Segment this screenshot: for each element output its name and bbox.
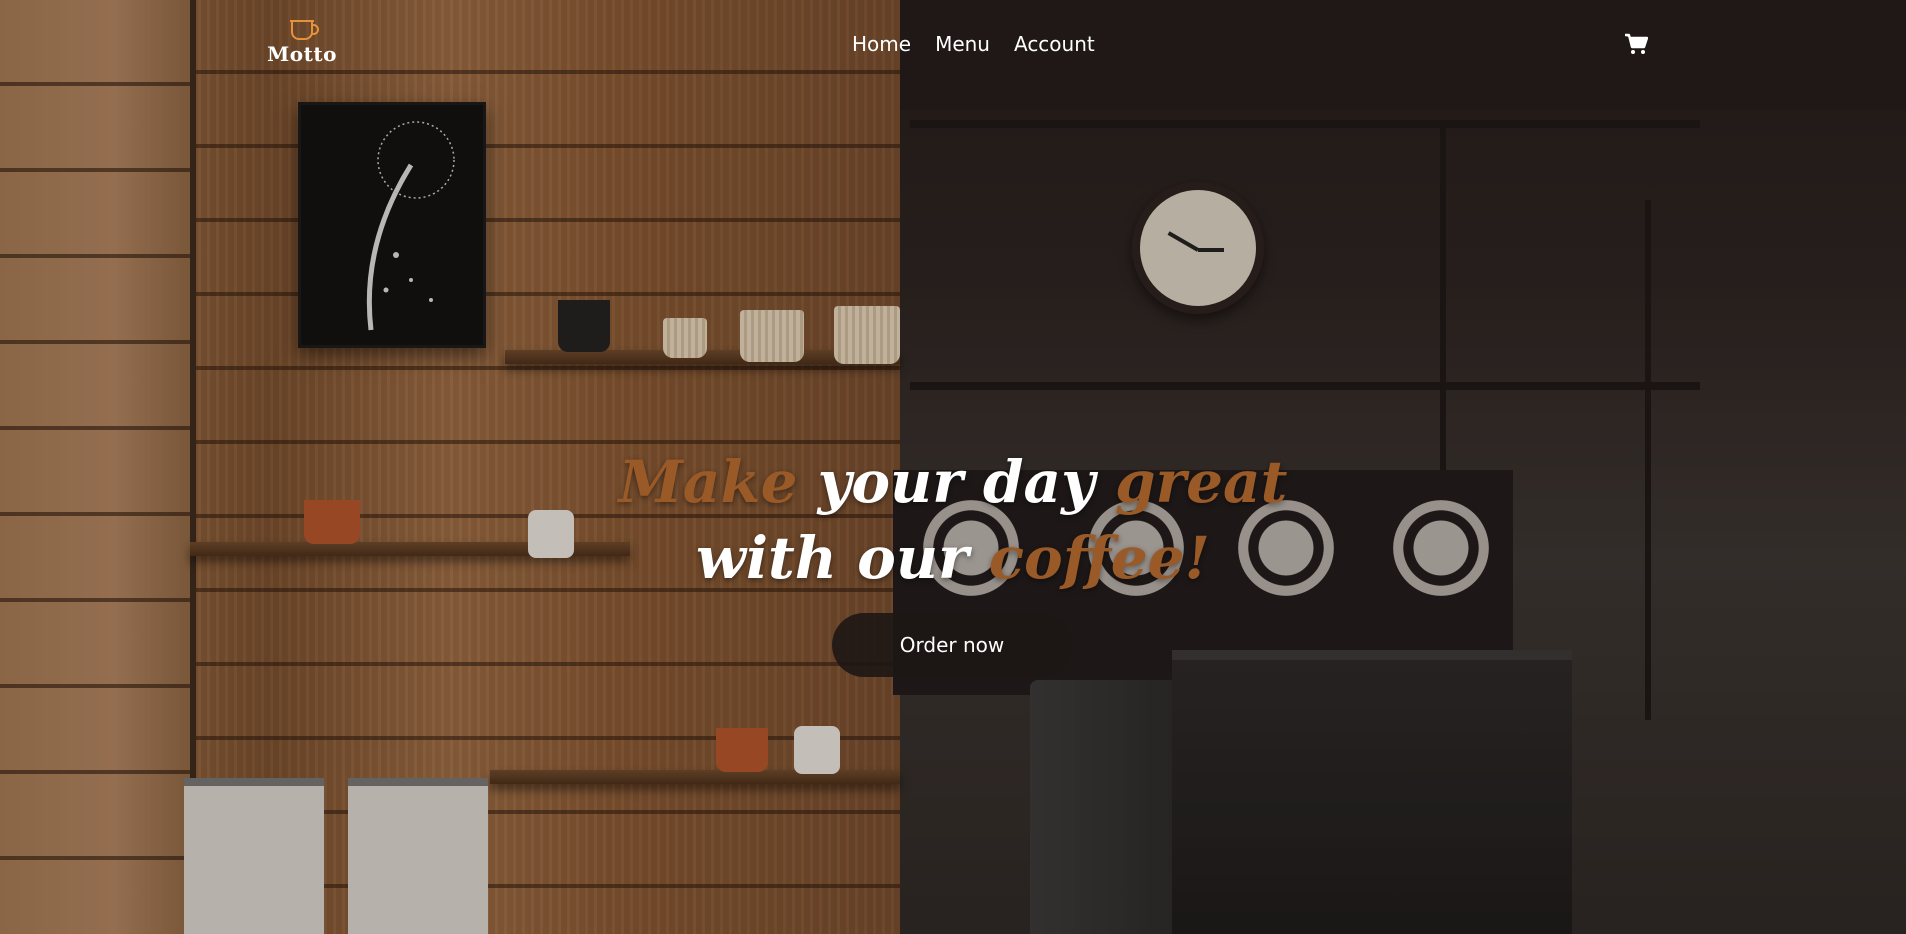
landing-page: Motto Home Menu Account Make your day gr… <box>0 0 1906 934</box>
order-now-button[interactable]: Order now <box>832 613 1072 677</box>
main-nav: Home Menu Account <box>852 32 1095 56</box>
hero-title-text: with our <box>696 524 989 592</box>
hero-title: Make your day great with our coffee! <box>0 444 1906 596</box>
hero-title-text: your day <box>797 448 1115 516</box>
hero-title-accent: coffee! <box>988 524 1210 592</box>
coffee-cup-icon <box>290 20 319 40</box>
nav-account-link[interactable]: Account <box>1014 32 1095 56</box>
logo-text: Motto <box>267 42 337 66</box>
cart-icon[interactable] <box>1624 33 1649 55</box>
logo[interactable]: Motto <box>267 20 336 72</box>
hero-title-accent: great <box>1115 448 1288 516</box>
nav-home-link[interactable]: Home <box>852 32 911 56</box>
hero-title-accent: Make <box>618 448 798 516</box>
nav-menu-link[interactable]: Menu <box>935 32 990 56</box>
